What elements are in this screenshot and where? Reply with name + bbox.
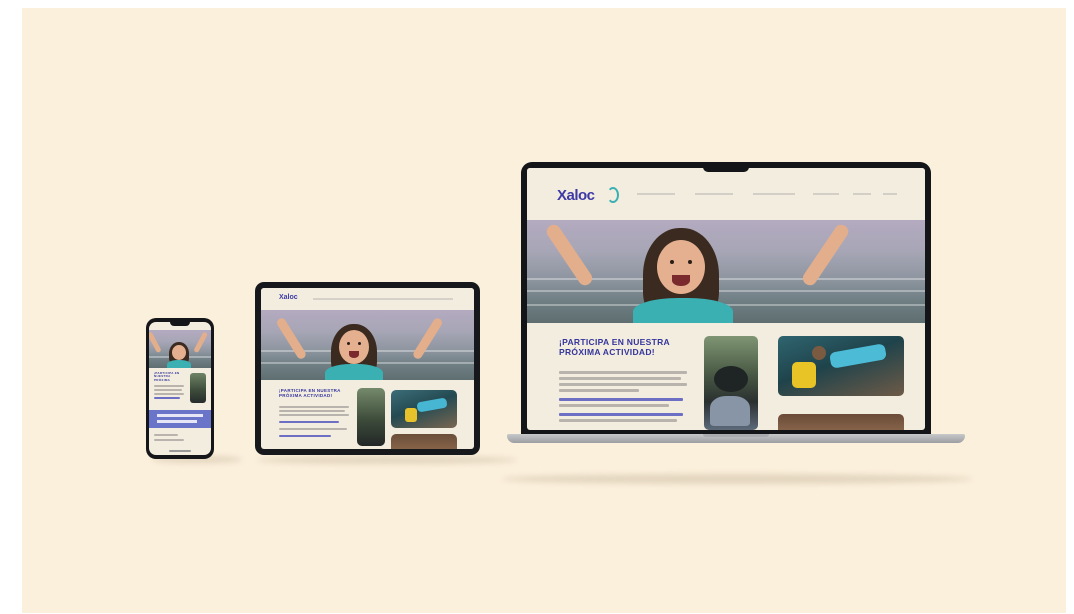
activity-photo-rocks (704, 336, 758, 430)
tablet-headline: ¡PARTICIPA EN NUESTRA PRÓXIMA ACTIVIDAD! (279, 388, 341, 399)
laptop-shadow (502, 474, 972, 484)
tablet-shadow (257, 456, 517, 464)
site-logo[interactable]: Xaloc (557, 187, 595, 204)
site-logo-icon (607, 187, 619, 203)
phone-notch (170, 322, 190, 326)
nav-item-6[interactable] (883, 193, 897, 195)
mockup-scene: ¡PARTICIPA EN NUESTRAPRÓXIMA ACTIVIDAD! … (22, 8, 1066, 613)
tablet-logo: Xaloc (279, 294, 298, 301)
nav-item-4[interactable] (813, 193, 839, 195)
tablet-hero (261, 310, 474, 380)
phone-purple-band (149, 410, 211, 428)
laptop-headline: ¡PARTICIPA EN NUESTRA PRÓXIMA ACTIVIDAD! (559, 337, 670, 357)
hero-shirt (633, 298, 733, 323)
phone-device: ¡PARTICIPA EN NUESTRAPRÓXIMA ACTIVIDAD! (146, 318, 214, 459)
tablet-photo-3 (391, 434, 457, 449)
nav-item-1[interactable] (637, 193, 675, 195)
activity-photo-kayak (778, 336, 904, 396)
laptop-screen: Xaloc ¡PARTICIPA EN NUESTRA PRÓXIMA ACTI… (527, 168, 925, 430)
tablet-header: Xaloc (261, 288, 474, 310)
nav-item-5[interactable] (853, 193, 871, 195)
laptop-device: Xaloc ¡PARTICIPA EN NUESTRA PRÓXIMA ACTI… (521, 162, 931, 434)
activity-photo-group (778, 414, 904, 430)
phone-headline: ¡PARTICIPA EN NUESTRAPRÓXIMA ACTIVIDAD! (154, 372, 180, 382)
laptop-base (507, 434, 965, 443)
nav-item-2[interactable] (695, 193, 733, 195)
phone-screen: ¡PARTICIPA EN NUESTRAPRÓXIMA ACTIVIDAD! (149, 322, 211, 455)
phone-home-indicator (169, 450, 191, 452)
tablet-photo-1 (357, 388, 385, 446)
laptop-hero (527, 220, 925, 323)
laptop-header: Xaloc (527, 168, 925, 220)
tablet-screen: Xaloc ¡PARTICIPA EN NUESTRA PRÓXIMA ACTIV… (261, 288, 474, 449)
tablet-photo-2 (391, 390, 457, 428)
phone-hero (149, 330, 211, 368)
phone-photo (190, 373, 206, 403)
laptop-camera-notch (703, 162, 749, 172)
tablet-device: Xaloc ¡PARTICIPA EN NUESTRA PRÓXIMA ACTIV… (255, 282, 480, 455)
hero-smile (672, 275, 690, 286)
nav-item-3[interactable] (753, 193, 795, 195)
